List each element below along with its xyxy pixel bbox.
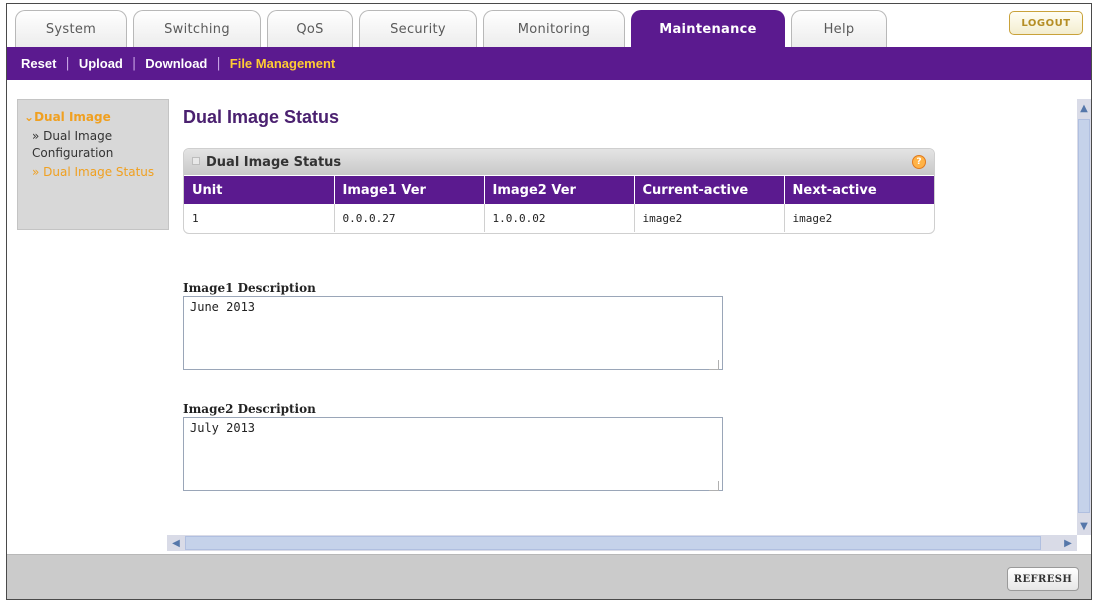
leftnav-dual-image-configuration[interactable]: » Dual Image Configuration (24, 128, 162, 162)
tab-qos[interactable]: QoS (267, 10, 353, 47)
scroll-right-icon[interactable]: ▶ (1061, 536, 1075, 550)
resize-grip-icon[interactable] (709, 360, 719, 370)
subnav-separator: | (216, 56, 221, 71)
tab-security[interactable]: Security (359, 10, 477, 47)
sub-navigation: Reset | Upload | Download | File Managem… (7, 47, 1091, 80)
leftnav-dual-image[interactable]: ⌄Dual Image (24, 110, 162, 124)
column-unit: Unit (184, 176, 335, 204)
subnav-reset[interactable]: Reset (21, 56, 56, 71)
table-row: 1 0.0.0.27 1.0.0.02 image2 image2 (184, 204, 934, 232)
scroll-left-icon[interactable]: ◀ (169, 536, 183, 550)
main-content: Dual Image Status Dual Image Status ? Un… (179, 80, 1067, 534)
cell-current-active: image2 (634, 204, 785, 232)
left-navigation: ⌄Dual Image » Dual Image Configuration »… (17, 99, 169, 230)
image2-description-field[interactable]: July 2013 (183, 417, 723, 491)
dual-image-status-table: Unit Image1 Ver Image2 Ver Current-activ… (184, 176, 934, 232)
leftnav-dual-image-status[interactable]: » Dual Image Status (24, 164, 162, 181)
chevron-down-icon: ⌄ (24, 110, 35, 124)
panel-header: Dual Image Status ? (184, 149, 934, 175)
cell-image1-ver: 0.0.0.27 (334, 204, 485, 232)
table-header-row: Unit Image1 Ver Image2 Ver Current-activ… (184, 176, 934, 204)
column-next-active: Next-active (784, 176, 934, 204)
vertical-scrollbar[interactable]: ▲ ▼ (1077, 99, 1091, 535)
tab-maintenance[interactable]: Maintenance (631, 10, 785, 47)
tab-help[interactable]: Help (791, 10, 887, 47)
app-frame: System Switching QoS Security Monitoring… (6, 3, 1092, 600)
footer-bar: REFRESH (7, 554, 1091, 599)
refresh-button[interactable]: REFRESH (1007, 567, 1079, 591)
vertical-scroll-thumb[interactable] (1078, 119, 1090, 513)
tab-monitoring[interactable]: Monitoring (483, 10, 625, 47)
resize-grip-icon[interactable] (709, 481, 719, 491)
help-icon[interactable]: ? (912, 155, 926, 169)
column-image2-ver: Image2 Ver (484, 176, 635, 204)
cell-image2-ver: 1.0.0.02 (484, 204, 635, 232)
dual-image-status-panel: Dual Image Status ? Unit Image1 Ver Imag… (183, 148, 935, 234)
cell-next-active: image2 (792, 211, 833, 225)
subnav-download[interactable]: Download (145, 56, 207, 71)
main-tab-bar: System Switching QoS Security Monitoring… (7, 4, 1091, 47)
horizontal-scrollbar[interactable]: ◀ ▶ (167, 535, 1077, 551)
cell-unit: 1 (184, 204, 335, 232)
image1-description-label: Image1 Description (183, 281, 316, 295)
collapse-icon[interactable] (192, 157, 200, 165)
tab-switching[interactable]: Switching (133, 10, 261, 47)
column-current-active: Current-active (634, 176, 785, 204)
subnav-separator: | (65, 56, 70, 71)
column-image1-ver: Image1 Ver (334, 176, 485, 204)
page-title: Dual Image Status (183, 107, 340, 127)
subnav-upload[interactable]: Upload (79, 56, 123, 71)
subnav-separator: | (131, 56, 137, 71)
subnav-file-management[interactable]: File Management (230, 56, 335, 71)
panel-title: Dual Image Status (206, 154, 342, 170)
scroll-up-icon[interactable]: ▲ (1078, 101, 1090, 115)
tab-system[interactable]: System (15, 10, 127, 47)
logout-button[interactable]: LOGOUT (1009, 11, 1083, 35)
horizontal-scroll-thumb[interactable] (185, 536, 1041, 550)
image2-description-label: Image2 Description (183, 402, 316, 416)
image1-description-field[interactable]: June 2013 (183, 296, 723, 370)
scroll-down-icon[interactable]: ▼ (1078, 519, 1090, 533)
